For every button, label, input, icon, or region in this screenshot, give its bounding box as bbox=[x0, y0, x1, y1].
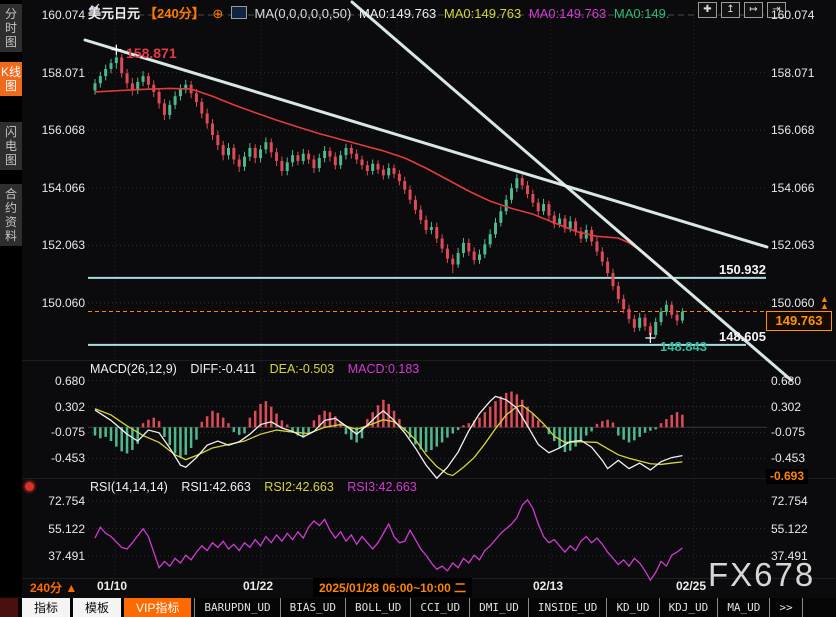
price-axis-label-left: 150.060 bbox=[20, 296, 85, 310]
time-axis-label: 02/13 bbox=[533, 579, 563, 593]
macd-title: MACD(26,12,9) bbox=[90, 362, 177, 376]
resistance-price-label: 150.932 bbox=[719, 262, 766, 277]
trading-app-window: 分时图 K线图 闪电图 合约资料 美元日元【240分】 ⊕ MA(0,0,0,0… bbox=[0, 0, 836, 617]
rsi-axis-label-left: 37.491 bbox=[20, 549, 85, 563]
indicator-button-ma-ud[interactable]: MA_UD bbox=[717, 598, 769, 617]
macd-axis-label-left: -0.075 bbox=[20, 425, 85, 439]
price-axis-label-left: 152.063 bbox=[20, 238, 85, 252]
indicator-button-bias-ud[interactable]: BIAS_UD bbox=[280, 598, 345, 617]
rsi-axis-label-left: 72.754 bbox=[20, 494, 85, 508]
macd-diff-value: DIFF:-0.411 bbox=[190, 362, 256, 376]
rsi2-value: RSI2:42.663 bbox=[264, 480, 334, 494]
low-price-label: 148.843 bbox=[660, 339, 707, 354]
time-axis-label: 02/25 bbox=[676, 579, 706, 593]
time-axis: 240分 ▲ 01/10 01/22 02/13 02/25 2025/01/28 0… bbox=[0, 579, 836, 597]
indicator-button-inside-ud[interactable]: INSIDE_UD bbox=[528, 598, 607, 617]
chart-header: 美元日元【240分】 ⊕ MA(0,0,0,0,0,50) MA0:149.76… bbox=[88, 3, 674, 22]
last-price-tag: 149.763 bbox=[766, 311, 832, 331]
price-axis-label-right: 158.071 bbox=[771, 66, 833, 80]
rsi-label-row: RSI(14,14,14) RSI1:42.663 RSI2:42.663 RS… bbox=[90, 480, 427, 494]
sidebar-item-kline-chart[interactable]: K线图 bbox=[0, 62, 22, 96]
rsi-axis-label-left: 55.122 bbox=[20, 522, 85, 536]
zoom-horizontal-icon[interactable]: ↦ bbox=[744, 2, 763, 18]
macd-cursor-value: -0.693 bbox=[766, 469, 808, 484]
bottom-logo-block bbox=[0, 598, 18, 617]
macd-axis-label-left: 0.680 bbox=[20, 374, 85, 388]
sidebar-item-contract-info[interactable]: 合约资料 bbox=[0, 184, 22, 246]
time-axis-label: 01/22 bbox=[243, 579, 273, 593]
price-alert-icon[interactable]: ▲▲ bbox=[820, 296, 829, 310]
left-sidebar: 分时图 K线图 闪电图 合约资料 bbox=[0, 0, 22, 597]
support-price-label: 148.605 bbox=[719, 329, 766, 344]
tab-indicators[interactable]: 指标 bbox=[22, 598, 70, 617]
ma-settings-icon[interactable] bbox=[231, 6, 247, 19]
tab-vip-indicators[interactable]: VIP指标 bbox=[124, 598, 191, 617]
price-axis-label-left: 156.068 bbox=[20, 123, 85, 137]
rsi-title: RSI(14,14,14) bbox=[90, 480, 168, 494]
macd-axis-label-right: 0.680 bbox=[771, 374, 833, 388]
high-price-label: 158.871 bbox=[126, 45, 177, 61]
macd-axis-label-left: -0.453 bbox=[20, 451, 85, 465]
chart-canvas[interactable] bbox=[0, 0, 836, 617]
indicator-button-kdj-ud[interactable]: KDJ_UD bbox=[659, 598, 718, 617]
period-label: 【240分】 bbox=[144, 6, 205, 21]
macd-axis-label-right: -0.075 bbox=[771, 425, 833, 439]
add-overlay-icon[interactable]: ⊕ bbox=[212, 6, 223, 21]
ma-formula: MA(0,0,0,0,0,50) bbox=[255, 6, 352, 21]
rsi3-value: RSI3:42.663 bbox=[347, 480, 417, 494]
rsi-axis-label-right: 37.491 bbox=[771, 549, 833, 563]
bottom-toolbar: 指标 模板 VIP指标 BARUPDN_UDBIAS_UDBOLL_UDCCI_… bbox=[0, 598, 836, 617]
ma-value-1: MA0:149.763 bbox=[444, 6, 521, 21]
sidebar-item-time-chart[interactable]: 分时图 bbox=[0, 4, 22, 52]
tab-templates[interactable]: 模板 bbox=[73, 598, 121, 617]
indicator-button-cci-ud[interactable]: CCI_UD bbox=[410, 598, 469, 617]
indicator-button--[interactable]: >> bbox=[769, 598, 802, 617]
indicator-button-kd-ud[interactable]: KD_UD bbox=[606, 598, 658, 617]
time-axis-period[interactable]: 240分 ▲ bbox=[30, 579, 77, 596]
indicator-dot-icon[interactable] bbox=[25, 482, 34, 491]
selected-candle-time: 2025/01/28 06:00~10:00 二 bbox=[313, 578, 472, 597]
price-axis-label-right: 160.074 bbox=[771, 8, 833, 22]
sidebar-item-lightning-chart[interactable]: 闪电图 bbox=[0, 122, 22, 170]
macd-axis-label-right: -0.453 bbox=[771, 451, 833, 465]
crosshair-icon[interactable]: ✚ bbox=[698, 2, 717, 18]
macd-axis-label-right: 0.302 bbox=[771, 400, 833, 414]
zoom-vertical-icon[interactable]: ↥ bbox=[721, 2, 740, 18]
ma-value-3: MA0:149. bbox=[614, 6, 670, 21]
macd-label-row: MACD(26,12,9) DIFF:-0.411 DEA:-0.503 MAC… bbox=[90, 362, 429, 376]
macd-dea-value: DEA:-0.503 bbox=[270, 362, 335, 376]
macd-macd-value: MACD:0.183 bbox=[348, 362, 420, 376]
price-axis-label-left: 154.066 bbox=[20, 181, 85, 195]
indicator-button-boll-ud[interactable]: BOLL_UD bbox=[345, 598, 410, 617]
price-axis-label-right: 152.063 bbox=[771, 238, 833, 252]
price-axis-label-left: 160.074 bbox=[20, 8, 85, 22]
macd-axis-label-left: 0.302 bbox=[20, 400, 85, 414]
rsi-axis-label-right: 72.754 bbox=[771, 494, 833, 508]
time-axis-label: 01/10 bbox=[97, 579, 127, 593]
price-axis-label-left: 158.071 bbox=[20, 66, 85, 80]
indicator-button-dmi-ud[interactable]: DMI_UD bbox=[469, 598, 528, 617]
price-axis-label-right: 156.068 bbox=[771, 123, 833, 137]
ma-value-2: MA0:149.763 bbox=[529, 6, 606, 21]
rsi-axis-label-right: 55.122 bbox=[771, 522, 833, 536]
ma-value-0: MA0:149.763 bbox=[359, 6, 436, 21]
indicator-button-barupdn-ud[interactable]: BARUPDN_UD bbox=[194, 598, 279, 617]
rsi1-value: RSI1:42.663 bbox=[181, 480, 251, 494]
price-axis-label-right: 154.066 bbox=[771, 181, 833, 195]
